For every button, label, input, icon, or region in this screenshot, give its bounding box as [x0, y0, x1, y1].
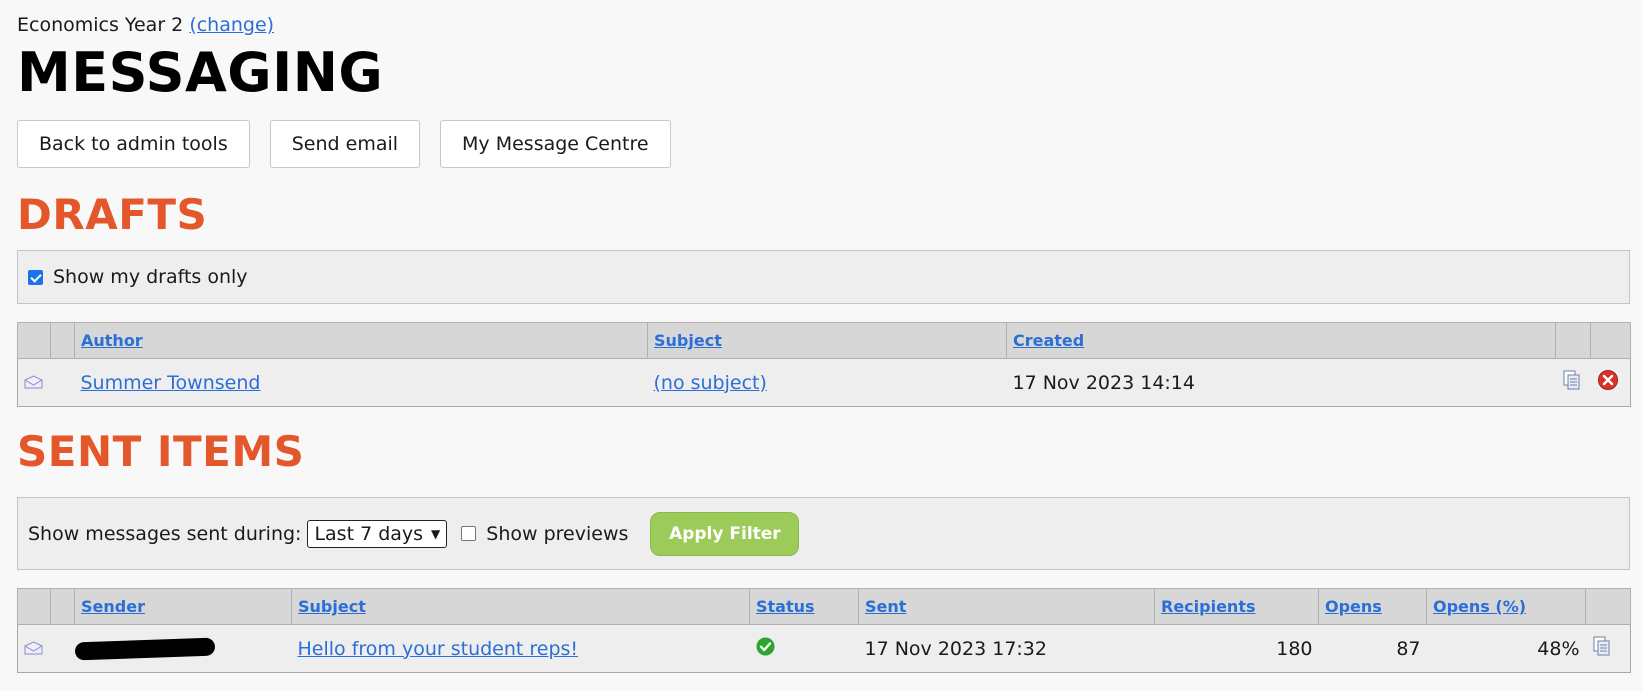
sender-cell	[74, 625, 292, 673]
page-title: MESSAGING	[17, 41, 384, 104]
drafts-col-created: Created	[1006, 322, 1556, 359]
show-previews-label[interactable]: Show previews	[486, 523, 628, 545]
change-course-link[interactable]: (change)	[189, 14, 274, 36]
table-row: Hello from your student reps! 17 Nov 202…	[18, 625, 1631, 673]
row-spacer	[51, 359, 75, 407]
show-previews-checkbox[interactable]	[461, 526, 477, 541]
sent-col-sent: Sent	[858, 588, 1155, 625]
envelope-icon	[24, 640, 43, 654]
status-cell	[750, 625, 859, 673]
sort-sender-link[interactable]: Sender	[81, 597, 145, 616]
sent-col-sender: Sender	[74, 588, 292, 625]
sent-ok-icon	[756, 637, 774, 655]
drafts-header-icon	[17, 322, 51, 359]
course-name: Economics Year 2	[17, 14, 184, 36]
sent-col-opens-pct: Opens (%)	[1426, 588, 1586, 625]
envelope-icon-cell	[18, 359, 51, 407]
sort-sent-link[interactable]: Sent	[865, 597, 906, 616]
period-select[interactable]: Last 7 days ▼	[307, 519, 448, 548]
drafts-col-subject: Subject	[647, 322, 1007, 359]
drafts-header-row: Author Subject Created	[17, 322, 1631, 359]
subject-link[interactable]: (no subject)	[654, 372, 767, 394]
drafts-heading: DRAFTS	[17, 190, 208, 239]
sort-recipients-link[interactable]: Recipients	[1161, 597, 1256, 616]
sort-created-link[interactable]: Created	[1013, 331, 1084, 350]
sort-subject-link[interactable]: Subject	[298, 597, 366, 616]
send-email-button[interactable]: Send email	[269, 120, 421, 168]
envelope-icon-cell	[18, 625, 51, 673]
envelope-icon	[24, 374, 43, 388]
sent-filter-panel: Show messages sent during: Last 7 days ▼…	[17, 497, 1630, 570]
my-message-centre-button[interactable]: My Message Centre	[440, 120, 671, 168]
sort-author-link[interactable]: Author	[81, 331, 143, 350]
apply-filter-button[interactable]: Apply Filter	[650, 511, 800, 556]
sent-header-row: Sender Subject Status Sent Recipients Op…	[17, 588, 1631, 625]
author-link[interactable]: Summer Townsend	[81, 372, 261, 394]
sent-header-spacer	[50, 588, 75, 625]
created-cell: 17 Nov 2023 14:14	[1012, 371, 1196, 394]
sort-opens-pct-link[interactable]: Opens (%)	[1433, 597, 1526, 616]
copy-icon[interactable]	[1592, 636, 1612, 656]
sort-opens-link[interactable]: Opens	[1325, 597, 1382, 616]
sent-col-recipients: Recipients	[1154, 588, 1319, 625]
sent-header-icon	[17, 588, 51, 625]
opens-cell: 87	[1396, 637, 1421, 660]
sent-items-table: Sender Subject Status Sent Recipients Op…	[17, 588, 1631, 673]
recipients-cell: 180	[1276, 637, 1313, 660]
row-spacer	[51, 625, 75, 673]
copy-cell	[1556, 359, 1591, 407]
drafts-header-spacer	[50, 322, 75, 359]
period-filter-label: Show messages sent during:	[28, 522, 302, 545]
period-selected-value: Last 7 days	[314, 522, 424, 545]
show-my-drafts-checkbox[interactable]	[28, 269, 43, 285]
show-my-drafts-label[interactable]: Show my drafts only	[53, 266, 248, 288]
delete-cell	[1591, 359, 1631, 407]
sent-col-subject: Subject	[291, 588, 750, 625]
subject-link[interactable]: Hello from your student reps!	[298, 638, 579, 660]
table-row: Summer Townsend (no subject) 17 Nov 2023…	[18, 359, 1631, 407]
opens-pct-cell: 48%	[1537, 637, 1580, 660]
chevron-down-icon: ▼	[431, 526, 441, 541]
subject-cell: (no subject)	[648, 359, 1007, 407]
nav-buttons: Back to admin tools Send email My Messag…	[17, 120, 1625, 168]
sent-items-heading: SENT ITEMS	[17, 427, 305, 476]
copy-cell	[1586, 625, 1631, 673]
sent-date-cell: 17 Nov 2023 17:32	[864, 637, 1048, 660]
delete-icon[interactable]	[1597, 369, 1619, 391]
sort-subject-link[interactable]: Subject	[654, 331, 722, 350]
sent-header-copy	[1585, 588, 1631, 625]
drafts-header-delete	[1590, 322, 1631, 359]
course-context: Economics Year 2 (change)	[17, 0, 1625, 38]
drafts-col-author: Author	[74, 322, 648, 359]
drafts-table: Author Subject Created Summer Townsend (…	[17, 322, 1631, 407]
sent-col-status: Status	[749, 588, 859, 625]
drafts-filter-panel: Show my drafts only	[17, 250, 1630, 304]
drafts-header-copy	[1555, 322, 1591, 359]
sort-status-link[interactable]: Status	[756, 597, 815, 616]
back-to-admin-tools-button[interactable]: Back to admin tools	[17, 120, 250, 168]
subject-cell: Hello from your student reps!	[292, 625, 750, 673]
sent-col-opens: Opens	[1318, 588, 1427, 625]
copy-icon[interactable]	[1562, 370, 1582, 390]
author-cell: Summer Townsend	[75, 359, 648, 407]
messaging-page: Economics Year 2 (change) MESSAGING Back…	[0, 0, 1642, 673]
redacted-sender	[74, 637, 215, 661]
